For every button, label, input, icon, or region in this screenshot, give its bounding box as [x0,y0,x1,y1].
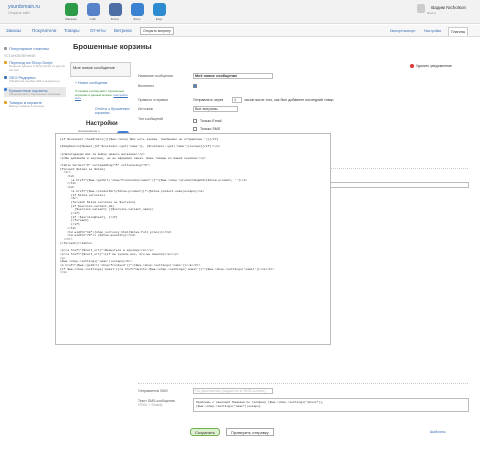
app-2[interactable]: Блоги [106,3,124,21]
source-select[interactable]: Все витрины [193,106,238,112]
logout-link[interactable]: Выйти [427,11,436,15]
user-name[interactable]: Вадим Nicholson [431,5,466,10]
page-title: Брошенные корзины [73,42,152,51]
nav-reports[interactable]: Отчеты [90,28,106,33]
app-3[interactable]: Фото [128,3,146,21]
sidebar-item-migrate[interactable]: Переход на Shop-Script Перенос данных в S… [4,60,66,72]
test-send-button[interactable]: Проверить отправку [226,428,274,436]
sidebar-item-cart-products[interactable]: Товары в корзине Вывод товаров в корзине [4,100,66,109]
tab-import[interactable]: Импорт/экспорт [388,27,418,36]
avatar[interactable] [417,4,425,13]
open-storefront-button[interactable]: Открыть витрину [140,27,174,35]
source-label: Источник [138,107,153,111]
type-label: Тип сообщений [138,117,164,121]
app-1[interactable]: Сайт [84,3,102,21]
more-app-icon [152,3,166,16]
message-name-input[interactable]: Моё новое сообщение [193,73,273,79]
nav-orders[interactable]: Заказы [6,28,21,33]
shop-app-icon [64,3,78,16]
type-option-label: Только SMS [200,127,221,131]
plugin-icon [4,76,7,80]
nav-storefront[interactable]: Витрина [114,28,132,33]
top-bar: yourdomain.ru Открыть сайт Магазин Сайт Бл… [0,0,480,24]
send-prefix: Отправлять через [193,98,224,102]
main-nav: Заказы Покупатели Товары Отчеты Витрина … [0,25,480,37]
type-option-label: Только Email [200,119,222,123]
nav-customers[interactable]: Покупатели [32,28,56,33]
tab-plugins[interactable]: Плагины [448,27,469,36]
save-button[interactable]: Сохранить [190,428,220,436]
app-label: Блоги [110,17,120,21]
tab-settings[interactable]: Настройки [422,27,443,36]
app-label: Магазин [65,17,77,21]
plugin-icon [4,61,7,64]
templates-help-link[interactable]: Шаблоны [430,430,445,434]
app-label: Фото [133,17,141,21]
sms-label: Текст SMS-сообщения HTML + Smarty [138,399,175,407]
blog-app-icon [108,3,122,16]
app-label: Ещё [155,17,163,21]
type-radio[interactable] [193,119,197,123]
settings-heading: Настройки [86,120,118,127]
plugin-icon [4,87,7,91]
type-radio[interactable] [193,127,197,131]
sms-template-editor[interactable]: Проблемы с заказом? Поможем по телефону … [193,398,469,412]
email-template-editor[interactable]: {if $customer->hasOrders()}{$wa->shop('В… [55,133,331,345]
sms-sender-input[interactable]: По умолчанию (задается в SMS-шлюзе) [193,388,273,394]
send-suffix: часов после того, как был добавлен после… [244,98,334,102]
reports-link[interactable]: Отчеты о брошенных корзинах [95,107,131,115]
hours-input[interactable]: 1 [232,97,242,103]
app-label: Сайт [89,17,97,21]
sidebar-item-abandoned-carts[interactable]: Брошенные корзины Уведомления о брошенных… [4,86,66,98]
divider [138,383,468,384]
delete-notification-link[interactable]: Удалить уведомление [410,64,452,69]
enabled-label: Включено [138,84,155,88]
enabled-checkbox[interactable] [193,84,197,88]
plugin-sidebar: Популярные плагины УСТАНОВЛЕННЫЕ Переход… [4,46,66,112]
message-item[interactable]: Мое новое сообщение [70,62,131,77]
installed-section: УСТАНОВЛЕННЫЕ [4,54,36,58]
photos-app-icon [130,3,144,16]
star-icon [4,47,7,50]
site-app-icon [86,3,100,16]
site-name[interactable]: yourdomain.ru [8,4,40,10]
cron-notice: Отправка сообщений о брошенных корзинах … [75,89,128,101]
app-4[interactable]: Ещё [150,3,168,21]
sidebar-item-seo-redirect[interactable]: SEO Редирект Обработка ошибок 404 и редир… [4,75,66,84]
app-0[interactable]: Магазин [62,3,80,21]
nav-products[interactable]: Товары [64,28,79,33]
sms-sender-label: Отправитель SMS [138,389,168,393]
plugin-icon [4,101,7,105]
new-message-link[interactable]: + Новое сообщение [70,81,131,85]
name-label: Название сообщения [138,74,173,78]
send-rule-label: Правило отправки [138,98,168,102]
open-site-link[interactable]: Открыть сайт [8,11,30,15]
popular-plugins-link[interactable]: Популярные плагины [4,46,66,51]
delete-icon [410,64,414,69]
